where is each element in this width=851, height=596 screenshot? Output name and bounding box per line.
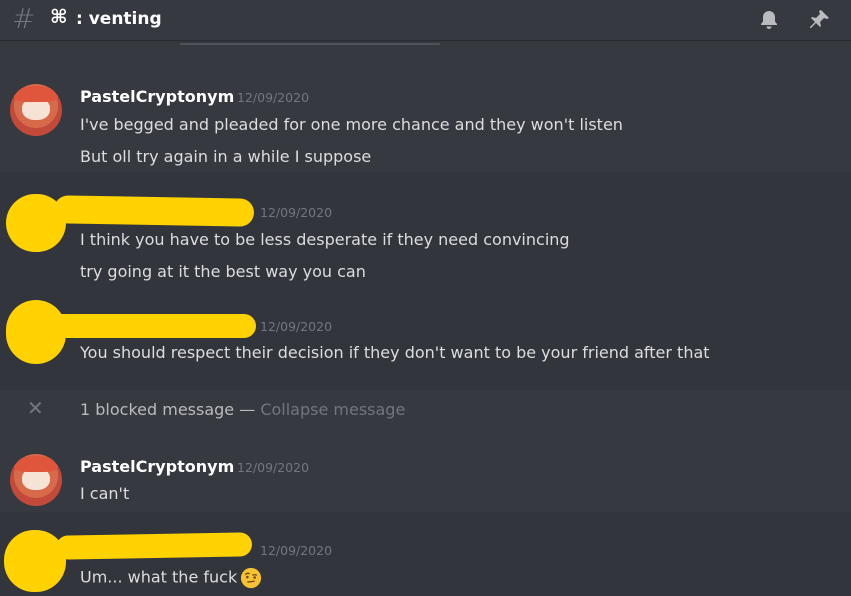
avatar[interactable] [10, 84, 62, 136]
message-text: I've begged and pleaded for one more cha… [80, 115, 623, 134]
message-timestamp: 12/09/2020 [237, 460, 310, 475]
message-text: I can't [80, 484, 130, 503]
blocked-separator: — [234, 400, 261, 419]
redacted-avatar [4, 530, 66, 592]
blocked-message-bar: ✕ 1 blocked message — Collapse message [0, 390, 851, 430]
message-group: 12/09/2020 You should respect their deci… [0, 286, 851, 390]
close-icon[interactable]: ✕ [27, 396, 44, 420]
message-text: I think you have to be less desperate if… [80, 230, 570, 249]
message-group: PastelCryptonym 12/09/2020 I can't [0, 436, 851, 512]
message-text: But oll try again in a while I suppose [80, 147, 372, 166]
face-with-raised-eyebrow-icon [241, 567, 262, 589]
message-text: try going at it the best way you can [80, 262, 366, 281]
message-group: 12/09/2020 I think you have to be less d… [0, 172, 851, 286]
message-timestamp: 12/09/2020 [260, 543, 333, 558]
bell-icon[interactable] [757, 8, 781, 32]
message-text: You should respect their decision if the… [80, 343, 710, 362]
message-text-content: Um... what the fuck [80, 567, 238, 587]
message-timestamp: 12/09/2020 [260, 319, 333, 334]
redacted-username [55, 532, 253, 560]
pin-icon[interactable] [807, 8, 831, 32]
channel-hash-icon: # [12, 2, 36, 35]
message-text: Um... what the fuck [80, 567, 262, 589]
blocked-count-label: 1 blocked message [80, 400, 235, 419]
redacted-username [53, 195, 255, 227]
channel-emoji: ⌘ [50, 6, 68, 28]
channel-name: : venting [76, 9, 162, 29]
redacted-username [50, 314, 256, 338]
message-group: 12/09/2020 Um... what the fuck [0, 512, 851, 596]
message-author[interactable]: PastelCryptonym [80, 457, 234, 476]
message-timestamp: 12/09/2020 [260, 205, 333, 220]
message-group: PastelCryptonym 12/09/2020 I've begged a… [0, 68, 851, 172]
avatar[interactable] [10, 454, 62, 506]
collapse-message-link[interactable]: Collapse message [260, 400, 405, 419]
scrolled-text-fragment [180, 41, 440, 47]
message-author[interactable]: PastelCryptonym [80, 87, 234, 106]
channel-header: # ⌘ : venting [0, 0, 851, 40]
message-timestamp: 12/09/2020 [237, 90, 310, 105]
blocked-message-text: 1 blocked message — Collapse message [80, 400, 405, 419]
